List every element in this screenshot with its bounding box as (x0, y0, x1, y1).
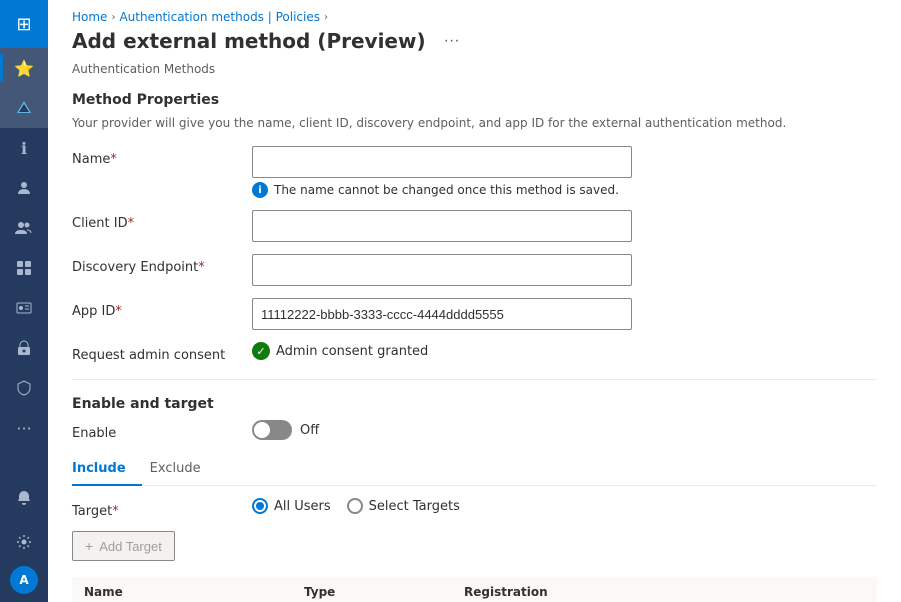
info-nav-icon[interactable]: ℹ (0, 128, 48, 168)
id-icon[interactable] (0, 288, 48, 328)
discovery-form-group: Discovery Endpoint* (72, 254, 877, 286)
target-label: Target* (72, 498, 252, 519)
users-icon[interactable] (0, 208, 48, 248)
lock-icon[interactable] (0, 328, 48, 368)
tab-exclude[interactable]: Exclude (150, 453, 217, 486)
add-target-label: Add Target (99, 539, 162, 554)
more-options-button[interactable]: ··· (438, 28, 466, 54)
name-label: Name* (72, 146, 252, 167)
toggle-knob (254, 422, 270, 438)
settings-icon[interactable] (0, 522, 48, 562)
name-info-msg: i The name cannot be changed once this m… (252, 182, 632, 198)
app-id-form-group: App ID* (72, 298, 877, 330)
client-id-form-group: Client ID* (72, 210, 877, 242)
discovery-label: Discovery Endpoint* (72, 254, 252, 275)
select-targets-radio-label: Select Targets (369, 499, 460, 514)
consent-label: Request admin consent (72, 342, 252, 363)
method-properties-title: Method Properties (72, 92, 877, 108)
main-content: Home › Authentication methods | Policies… (48, 0, 901, 602)
all-users-radio[interactable]: All Users (252, 498, 331, 514)
enable-form-group: Enable Off (72, 420, 877, 441)
name-input[interactable] (252, 146, 632, 178)
name-form-group: Name* i The name cannot be changed once … (72, 146, 877, 198)
all-users-radio-button (252, 498, 268, 514)
tab-include[interactable]: Include (72, 453, 142, 486)
info-icon: i (252, 182, 268, 198)
client-id-label: Client ID* (72, 210, 252, 231)
shield-icon[interactable] (0, 368, 48, 408)
consent-status: ✓ Admin consent granted (252, 342, 428, 360)
sidebar-top: ⊞ (0, 0, 48, 48)
content-area: Method Properties Your provider will giv… (48, 92, 901, 602)
method-properties-desc: Your provider will give you the name, cl… (72, 116, 877, 130)
target-form-group: Target* All Users Select Targets (72, 498, 877, 519)
apps-icon[interactable] (0, 248, 48, 288)
col-registration-header: Registration (452, 577, 652, 602)
home-icon[interactable]: ⊞ (16, 14, 31, 35)
breadcrumb-separator2: › (324, 12, 328, 23)
enable-label: Enable (72, 420, 252, 441)
consent-check-icon: ✓ (252, 342, 270, 360)
breadcrumb-home[interactable]: Home (72, 10, 107, 24)
plus-icon: + (85, 538, 93, 554)
client-id-input[interactable] (252, 210, 632, 242)
sidebar-bottom: A (0, 478, 48, 602)
avatar[interactable]: A (10, 566, 38, 594)
app-id-label: App ID* (72, 298, 252, 319)
page-title: Add external method (Preview) (72, 29, 426, 53)
select-targets-radio[interactable]: Select Targets (347, 498, 460, 514)
col-type-header: Type (292, 577, 452, 602)
targets-table: Name Type Registration All Users Group O… (72, 577, 877, 602)
target-radio-group: All Users Select Targets (252, 498, 460, 514)
section-divider (72, 379, 877, 380)
page-subtitle: Authentication Methods (48, 62, 901, 92)
table-header-row: Name Type Registration (72, 577, 877, 602)
toggle-wrapper: Off (252, 420, 319, 440)
app-id-input[interactable] (252, 298, 632, 330)
col-actions-header (652, 577, 877, 602)
all-users-radio-inner (256, 502, 264, 510)
all-users-radio-label: All Users (274, 499, 331, 514)
col-name-header: Name (72, 577, 292, 602)
toggle-state-label: Off (300, 423, 319, 438)
consent-text: Admin consent granted (276, 344, 428, 359)
favorites-icon[interactable]: ⭐ (0, 48, 48, 88)
select-targets-radio-button (347, 498, 363, 514)
page-header: Add external method (Preview) ··· (48, 28, 901, 62)
breadcrumb-policies[interactable]: Authentication methods | Policies (119, 10, 320, 24)
more-nav-icon[interactable]: ··· (0, 408, 48, 448)
breadcrumb-separator1: › (111, 12, 115, 23)
table-header: Name Type Registration (72, 577, 877, 602)
enable-target-title: Enable and target (72, 396, 877, 412)
breadcrumb: Home › Authentication methods | Policies… (48, 0, 901, 28)
discovery-input[interactable] (252, 254, 632, 286)
add-target-button[interactable]: + Add Target (72, 531, 175, 561)
notifications-icon[interactable] (0, 478, 48, 518)
sidebar: ⊞ ⭐ ℹ ··· A (0, 0, 48, 602)
enable-toggle[interactable] (252, 420, 292, 440)
consent-form-group: Request admin consent ✓ Admin consent gr… (72, 342, 877, 363)
include-exclude-tabs: Include Exclude (72, 453, 877, 486)
user-icon[interactable] (0, 168, 48, 208)
entra-icon[interactable] (0, 88, 48, 128)
